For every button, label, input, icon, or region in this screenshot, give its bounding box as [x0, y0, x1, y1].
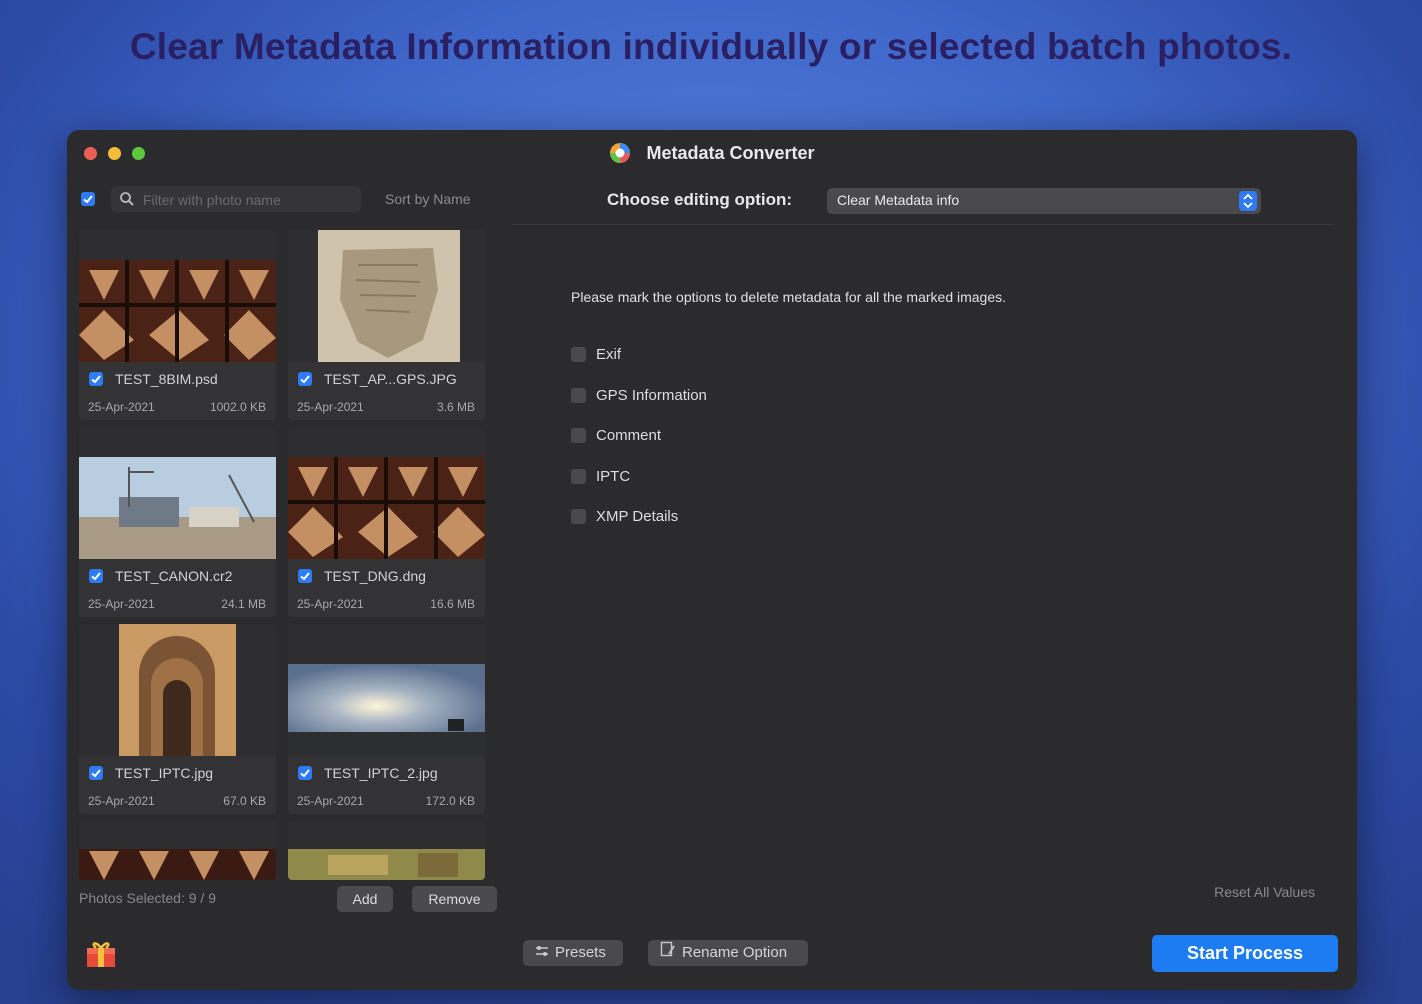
option-label: XMP Details [596, 508, 679, 525]
photos-selected-count: Photos Selected: 9 / 9 [79, 890, 216, 906]
photo-card[interactable] [79, 821, 276, 880]
editing-option-value: Clear Metadata info [837, 192, 960, 208]
sort-by-name-button[interactable]: Sort by Name [385, 191, 471, 207]
app-logo-icon [609, 142, 631, 164]
photo-date: 25-Apr-2021 [297, 597, 364, 611]
editing-option-select[interactable]: Clear Metadata info [827, 188, 1261, 214]
presets-button[interactable]: Presets [523, 940, 623, 966]
photo-grid[interactable]: TEST_8BIM.psd 25-Apr-2021 1002.0 KB TEST… [79, 230, 487, 880]
photo-card[interactable]: TEST_IPTC.jpg 25-Apr-2021 67.0 KB [79, 624, 276, 814]
photo-card[interactable]: TEST_DNG.dng 25-Apr-2021 16.6 MB [288, 427, 485, 617]
photo-checkbox[interactable] [89, 766, 103, 780]
photo-date: 25-Apr-2021 [88, 400, 155, 414]
photo-name: TEST_8BIM.psd [115, 371, 218, 387]
app-window: Metadata Converter Sort by Name [67, 130, 1357, 990]
photo-thumbnail [288, 427, 485, 559]
search-icon [119, 191, 135, 212]
photo-checkbox[interactable] [298, 766, 312, 780]
choose-editing-option-label: Choose editing option: [607, 190, 793, 209]
start-process-button[interactable]: Start Process [1152, 935, 1338, 972]
add-photos-button[interactable]: Add [337, 886, 393, 912]
photo-size: 3.6 MB [436, 400, 475, 414]
window-title-area: Metadata Converter [67, 142, 1357, 164]
toolbar-divider [512, 224, 1335, 225]
photo-search-box[interactable] [111, 186, 361, 212]
photo-search-input[interactable] [141, 189, 355, 211]
photo-name: TEST_IPTC.jpg [115, 765, 214, 781]
photo-date: 25-Apr-2021 [88, 597, 155, 611]
remove-photos-button[interactable]: Remove [412, 886, 497, 912]
photo-thumbnail [288, 821, 485, 880]
select-all-checkbox[interactable] [81, 192, 95, 206]
option-checkbox[interactable] [571, 428, 586, 443]
photo-thumbnail [288, 624, 485, 756]
option-checkbox[interactable] [571, 347, 586, 362]
option-checkbox[interactable] [571, 509, 586, 524]
sliders-icon [535, 940, 549, 966]
title-bar: Metadata Converter [67, 130, 1357, 178]
photo-name: TEST_DNG.dng [324, 568, 426, 584]
photo-thumbnail [288, 230, 485, 362]
photo-card[interactable]: TEST_CANON.cr2 25-Apr-2021 24.1 MB [79, 427, 276, 617]
photo-size: 1002.0 KB [209, 400, 266, 414]
photo-thumbnail [79, 427, 276, 559]
option-label: IPTC [596, 468, 631, 485]
photo-name: TEST_AP...GPS.JPG [324, 371, 457, 387]
window-title: Metadata Converter [646, 142, 815, 163]
photo-checkbox[interactable] [298, 372, 312, 386]
photo-date: 25-Apr-2021 [297, 794, 364, 808]
rename-option-label: Rename Option [682, 944, 788, 962]
photo-name: TEST_CANON.cr2 [115, 568, 233, 584]
photo-thumbnail [79, 230, 276, 362]
presets-label: Presets [555, 944, 606, 962]
reset-all-values-button[interactable]: Reset All Values [1214, 884, 1315, 900]
photo-checkbox[interactable] [298, 569, 312, 583]
photo-name: TEST_IPTC_2.jpg [324, 765, 438, 781]
option-checkbox[interactable] [571, 388, 586, 403]
rename-icon [660, 940, 676, 966]
rename-option-button[interactable]: Rename Option [648, 940, 808, 966]
photo-card[interactable]: TEST_AP...GPS.JPG 25-Apr-2021 3.6 MB [288, 230, 485, 420]
photo-checkbox[interactable] [89, 569, 103, 583]
instruction-text: Please mark the options to delete metada… [571, 289, 1007, 305]
photo-size: 67.0 KB [223, 794, 266, 808]
photo-checkbox[interactable] [89, 372, 103, 386]
photo-card[interactable] [288, 821, 485, 880]
gift-icon[interactable] [85, 940, 117, 973]
promo-headline: Clear Metadata Information individually … [129, 26, 1293, 67]
option-label: Comment [596, 427, 662, 444]
photo-size: 172.0 KB [425, 794, 475, 808]
updown-chevron-icon [1239, 191, 1257, 211]
photo-date: 25-Apr-2021 [297, 400, 364, 414]
photo-card[interactable]: TEST_IPTC_2.jpg 25-Apr-2021 172.0 KB [288, 624, 485, 814]
photo-thumbnail [79, 821, 276, 880]
photo-thumbnail [79, 624, 276, 756]
photo-size: 24.1 MB [221, 597, 266, 611]
photo-date: 25-Apr-2021 [88, 794, 155, 808]
option-checkbox[interactable] [571, 469, 586, 484]
photo-size: 16.6 MB [430, 597, 475, 611]
option-label: Exif [596, 346, 622, 363]
option-label: GPS Information [596, 387, 707, 404]
photo-card[interactable]: TEST_8BIM.psd 25-Apr-2021 1002.0 KB [79, 230, 276, 420]
